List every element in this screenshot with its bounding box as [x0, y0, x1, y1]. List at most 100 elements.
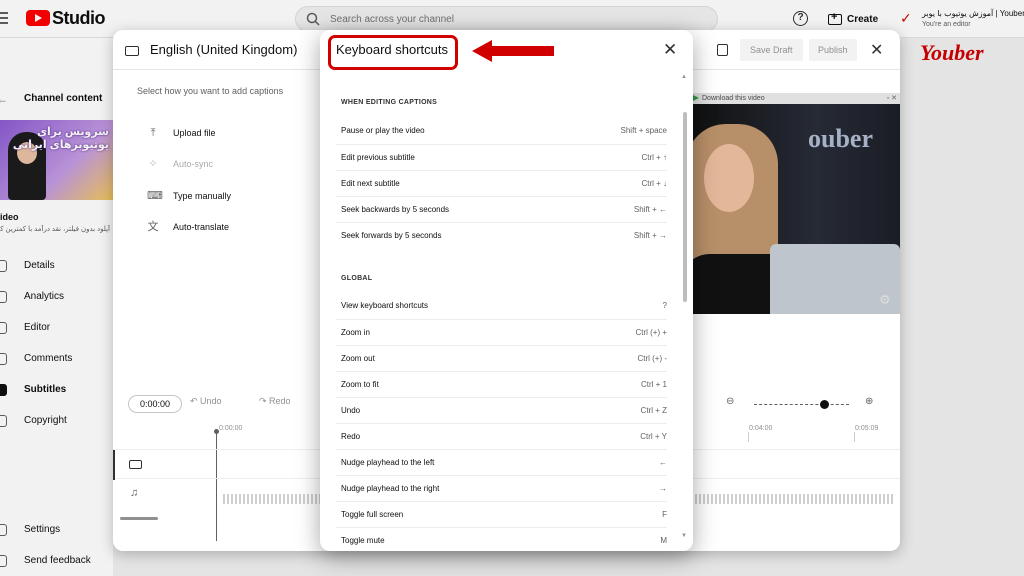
video-settings-gear-icon[interactable]: ⚙ [879, 292, 891, 308]
shortcut-keys: Shift + space [620, 126, 667, 135]
section-header-global: GLOBAL [341, 275, 373, 282]
shortcut-row: Nudge playhead to the left ← [336, 449, 667, 475]
shortcut-keys: Ctrl + ↑ [641, 153, 667, 162]
timeline-tick [854, 432, 855, 442]
playhead[interactable] [214, 429, 219, 541]
shortcut-label: Nudge playhead to the right [341, 484, 440, 493]
video-preview[interactable]: Download this video ▫ ✕ ouber ⚙ [690, 93, 900, 314]
shortcut-row: Edit previous subtitle Ctrl + ↑ [336, 144, 667, 170]
shortcut-row: Nudge playhead to the right → [336, 475, 667, 501]
shortcut-label: Nudge playhead to the left [341, 458, 435, 467]
shortcut-keys: Shift + ← [633, 205, 667, 214]
shortcut-keys: Ctrl + Y [640, 432, 667, 441]
section-header-editing: WHEN EDITING CAPTIONS [341, 99, 438, 106]
shortcut-keys: ? [662, 301, 667, 310]
shortcut-row: Zoom out Ctrl (+) - [336, 345, 667, 371]
zoom-slider-handle[interactable] [820, 400, 829, 409]
redo-label: Redo [269, 396, 291, 406]
shortcut-row: Toggle full screen F [336, 501, 667, 527]
shortcut-row: Edit next subtitle Ctrl + ↓ [336, 170, 667, 196]
keyboard-shortcuts-dialog: Keyboard shortcuts ✕ WHEN EDITING CAPTIO… [320, 30, 693, 551]
zoom-slider[interactable] [754, 404, 849, 405]
option-label: Type manually [173, 191, 232, 201]
shortcut-label: Undo [341, 406, 361, 415]
timeline-start-time: 0:00:00 [219, 425, 243, 432]
shortcut-keys: ← [659, 458, 667, 467]
shortcut-label: Seek backwards by 5 seconds [341, 205, 450, 214]
close-icon[interactable]: ✕ [663, 40, 677, 60]
shortcut-keys: → [659, 484, 667, 493]
shortcut-row: View keyboard shortcuts ? [336, 293, 667, 319]
sync-icon: ✧ [148, 158, 158, 170]
shortcut-label: Edit previous subtitle [341, 153, 415, 162]
editor-language-title: English (United Kingdom) [150, 42, 298, 57]
timeline-scrollbar[interactable] [120, 517, 158, 520]
redo-icon: ↷ [259, 396, 270, 406]
timeline-tick [748, 432, 749, 442]
close-icon[interactable]: ✕ [870, 40, 883, 60]
shortcut-keys: Shift + → [633, 231, 667, 240]
translate-icon: 文 [147, 221, 159, 233]
scene-face [704, 144, 754, 212]
shortcut-label: Zoom to fit [341, 380, 379, 389]
shortcut-label: Zoom out [341, 354, 375, 363]
shortcut-label: Toggle mute [341, 536, 385, 545]
shortcut-label: View keyboard shortcuts [341, 301, 429, 310]
download-video-bar[interactable]: Download this video ▫ ✕ [690, 93, 900, 104]
video-scene-logo: ouber [808, 124, 873, 153]
undo-button[interactable]: ↶ Undo [190, 396, 222, 407]
shortcut-label: Redo [341, 432, 361, 441]
shortcut-label: Seek forwards by 5 seconds [341, 231, 442, 240]
shortcut-keys: Ctrl (+) + [635, 328, 667, 337]
timeline-end-time: 0:05:09 [855, 425, 879, 432]
shortcut-label: Toggle full screen [341, 510, 404, 519]
publish-button[interactable]: Publish [809, 39, 857, 61]
shortcut-row: Seek forwards by 5 seconds Shift + → [336, 222, 667, 248]
type-manually-option[interactable]: ⌨ Type manually [147, 188, 231, 204]
scroll-down-icon[interactable]: ▼ [681, 533, 687, 539]
auto-translate-option[interactable]: 文 Auto-translate [147, 219, 230, 235]
option-label: Auto-translate [173, 222, 230, 232]
captions-icon [125, 46, 139, 56]
redo-button[interactable]: ↷ Redo [259, 396, 291, 407]
shortcut-keys: Ctrl + 1 [640, 380, 667, 389]
shortcut-row: Pause or play the video Shift + space [336, 118, 667, 144]
shortcuts-list: WHEN EDITING CAPTIONS Pause or play the … [320, 80, 688, 551]
shortcut-row: Redo Ctrl + Y [336, 423, 667, 449]
shortcut-row: Zoom to fit Ctrl + 1 [336, 371, 667, 397]
undo-icon: ↶ [190, 396, 201, 406]
timecode-display[interactable]: 0:00:00 [128, 395, 182, 413]
shortcut-keys: Ctrl + Z [640, 406, 667, 415]
zoom-out-icon[interactable]: ⊖ [726, 396, 734, 407]
zoom-in-icon[interactable]: ⊕ [865, 396, 873, 407]
shortcut-row: Zoom in Ctrl (+) + [336, 319, 667, 345]
shortcut-keys: M [660, 536, 667, 545]
option-label: Upload file [173, 128, 216, 138]
upload-icon: ⤒ [150, 127, 156, 139]
timeline-mid-time: 0:04:00 [749, 425, 773, 432]
shortcut-row: Toggle mute M [336, 527, 667, 551]
shortcut-label: Pause or play the video [341, 126, 425, 135]
shortcut-label: Edit next subtitle [341, 179, 400, 188]
report-icon[interactable] [717, 44, 728, 56]
shortcut-keys: F [662, 510, 667, 519]
download-bar-label: Download this video [702, 95, 765, 102]
music-note-icon: ♫ [130, 487, 139, 499]
dialog-title: Keyboard shortcuts [336, 42, 449, 57]
callout-arrow-icon [472, 40, 554, 62]
scrollbar-thumb[interactable] [683, 112, 687, 302]
video-frame: ouber ⚙ [690, 104, 900, 314]
download-bar-close-icon[interactable]: ▫ ✕ [887, 93, 897, 104]
undo-label: Undo [200, 396, 222, 406]
captions-track-icon [129, 460, 142, 469]
shortcut-row: Undo Ctrl + Z [336, 397, 667, 423]
dialog-scrollbar[interactable] [683, 80, 687, 550]
keyboard-icon: ⌨ [147, 190, 163, 202]
shortcut-keys: Ctrl + ↓ [641, 179, 667, 188]
caption-method-prompt: Select how you want to add captions [137, 86, 284, 96]
auto-sync-option[interactable]: ✧ Auto-sync [147, 156, 213, 172]
save-draft-button[interactable]: Save Draft [740, 39, 803, 61]
upload-file-option[interactable]: ⤒ Upload file [147, 125, 216, 141]
track-selected-indicator [113, 450, 115, 480]
shortcut-row: Seek backwards by 5 seconds Shift + ← [336, 196, 667, 222]
